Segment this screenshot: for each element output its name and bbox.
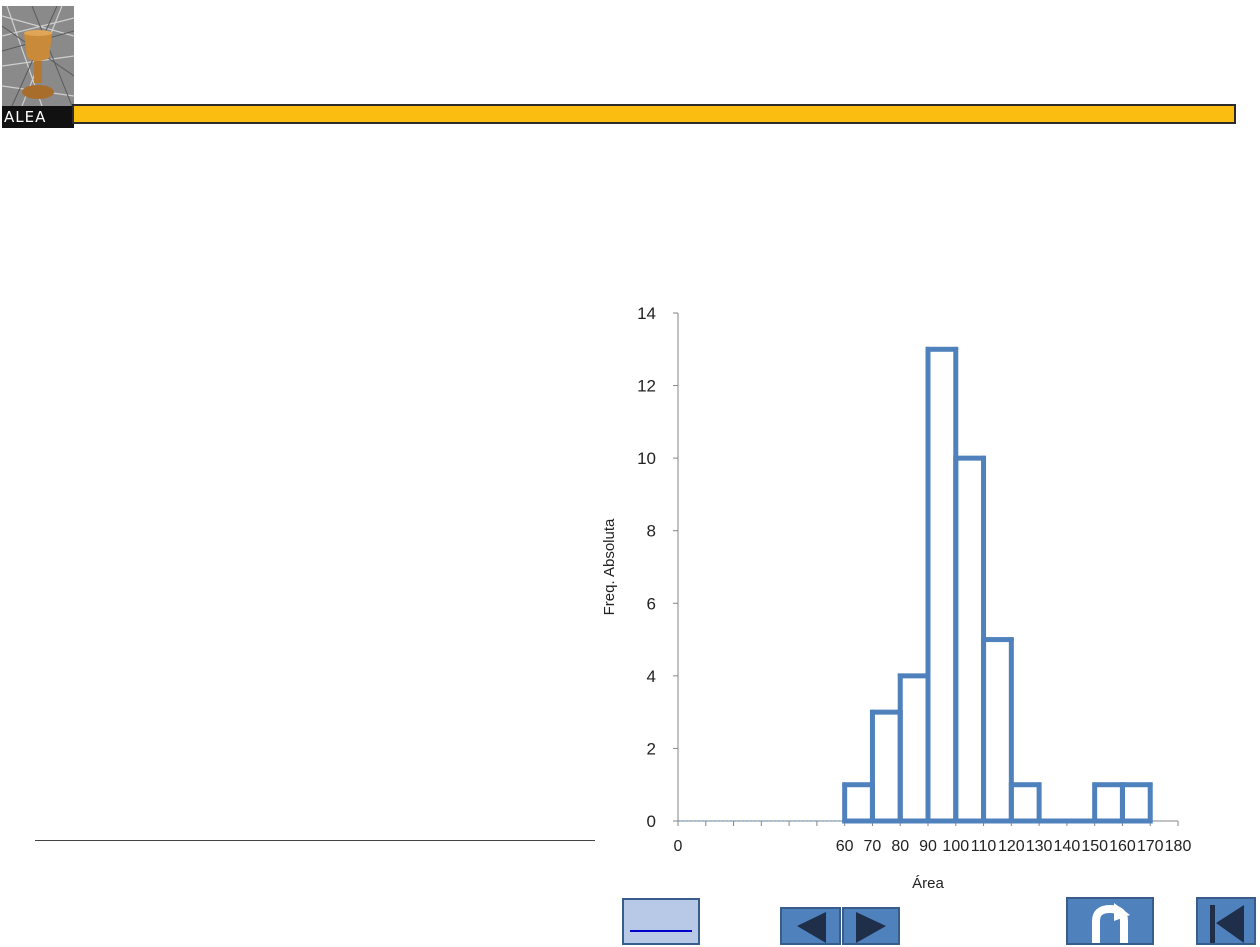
data-point (925, 346, 931, 352)
logo-caption: ALEA (2, 106, 74, 128)
x-tick-label: 140 (1054, 838, 1081, 855)
data-point (897, 709, 903, 715)
previous-button[interactable] (780, 907, 841, 945)
data-point (981, 455, 987, 461)
y-axis-label: Freq. Absoluta (601, 518, 618, 615)
data-point (1036, 818, 1042, 824)
data-point (1092, 782, 1098, 788)
x-tick-label: 170 (1137, 838, 1164, 855)
data-point (1119, 782, 1125, 788)
return-button[interactable] (1066, 897, 1154, 945)
alea-logo: ALEA (2, 6, 74, 128)
histogram-bar (897, 673, 931, 824)
y-tick-label: 8 (647, 522, 656, 541)
data-point (1008, 637, 1014, 643)
y-tick-label: 4 (647, 667, 656, 686)
y-tick-label: 2 (647, 739, 656, 758)
y-tick-label: 12 (637, 377, 656, 396)
histogram-bar (1119, 782, 1153, 824)
x-tick-label: 150 (1081, 838, 1108, 855)
data-point (981, 637, 987, 643)
header-bar (72, 104, 1236, 124)
chart-series (678, 346, 1153, 824)
triangle-right-icon (856, 912, 886, 943)
x-tick-label: 110 (971, 838, 997, 855)
data-point (842, 818, 848, 824)
x-tick-label: 160 (1109, 838, 1136, 855)
histogram-bar (842, 782, 875, 824)
chart-ticks: 024681012140 60 70 80 90 100 110 120 130 140 150 16… (637, 304, 1191, 855)
x-tick-label: 60 (836, 838, 854, 855)
y-tick-label: 14 (637, 304, 656, 323)
histogram-bar (1008, 782, 1042, 824)
data-point (842, 782, 848, 788)
data-point (869, 782, 875, 788)
y-tick-label: 0 (647, 812, 656, 831)
skip-to-start-icon (1210, 905, 1244, 943)
next-button[interactable] (842, 907, 900, 945)
data-point (1092, 818, 1098, 824)
x-tick-label: 130 (1026, 838, 1053, 855)
data-point (869, 709, 875, 715)
x-tick-label: 80 (891, 838, 909, 855)
histogram-bar (869, 709, 903, 824)
data-point (897, 673, 903, 679)
divider-line (35, 840, 595, 841)
x-tick-label: 0 (674, 838, 683, 855)
link-text[interactable] (630, 926, 692, 932)
first-page-button[interactable] (1196, 897, 1256, 945)
link-button[interactable] (622, 898, 700, 945)
y-tick-label: 10 (637, 449, 656, 468)
x-tick-label: 90 (919, 838, 937, 855)
x-tick-label: 70 (864, 838, 882, 855)
x-tick-label: 180 (1165, 838, 1192, 855)
data-point (1147, 782, 1153, 788)
u-turn-icon (1092, 903, 1130, 943)
grail-image-icon (2, 6, 74, 107)
data-point (1147, 818, 1153, 824)
x-tick-label: 120 (998, 838, 1025, 855)
histogram-bar (981, 637, 1014, 824)
histogram-bar (1092, 782, 1125, 824)
data-point (953, 346, 959, 352)
y-tick-label: 6 (647, 594, 656, 613)
histogram-bar (953, 455, 987, 824)
data-point (953, 455, 959, 461)
data-point (925, 673, 931, 679)
histogram-chart: 024681012140 60 70 80 90 100 110 120 130 140 150 16… (601, 304, 1191, 892)
data-point (1036, 782, 1042, 788)
data-point (1008, 782, 1014, 788)
data-point (1064, 818, 1070, 824)
x-tick-label: 100 (942, 838, 969, 855)
x-axis-label: Área (912, 875, 944, 892)
histogram-bar (925, 346, 959, 824)
triangle-left-icon (797, 912, 826, 943)
